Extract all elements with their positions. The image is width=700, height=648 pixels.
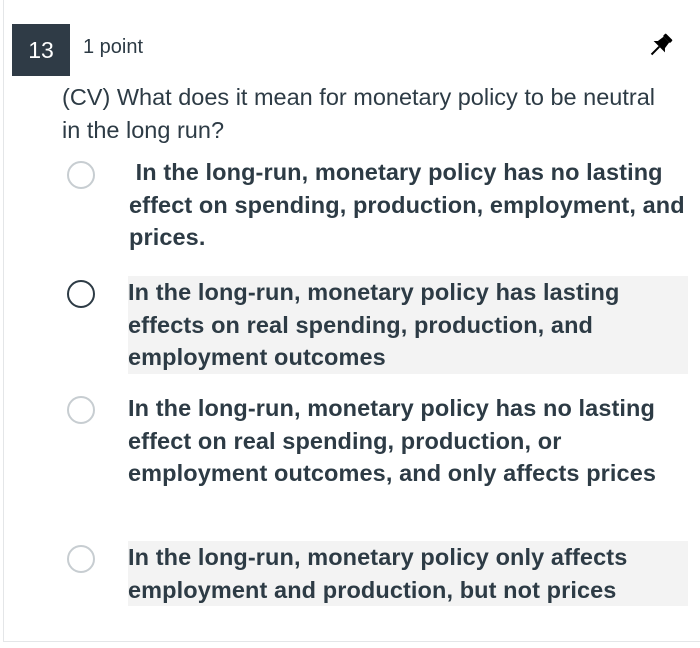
question-points: 1 point — [83, 36, 144, 58]
question-prompt: (CV) What does it mean for monetary poli… — [62, 84, 655, 143]
answer-radio-4[interactable] — [67, 545, 95, 573]
answer-label-3: In the long-run, monetary policy has no … — [128, 395, 657, 486]
answer-label-1: In the long-run, monetary policy has no … — [129, 159, 692, 250]
answer-radio-2[interactable] — [67, 280, 95, 308]
pin-button[interactable] — [645, 31, 675, 61]
answer-label-4: In the long-run, monetary policy only af… — [128, 541, 688, 606]
question-number: 13 — [12, 24, 70, 76]
quiz-question-card: 13 1 point (CV) What does it mean for mo… — [3, 0, 700, 642]
answer-radio-1[interactable] — [67, 161, 95, 189]
answer-label-2: In the long-run, monetary policy has las… — [128, 276, 688, 374]
pushpin-icon — [650, 33, 673, 56]
answer-radio-3[interactable] — [67, 396, 95, 424]
